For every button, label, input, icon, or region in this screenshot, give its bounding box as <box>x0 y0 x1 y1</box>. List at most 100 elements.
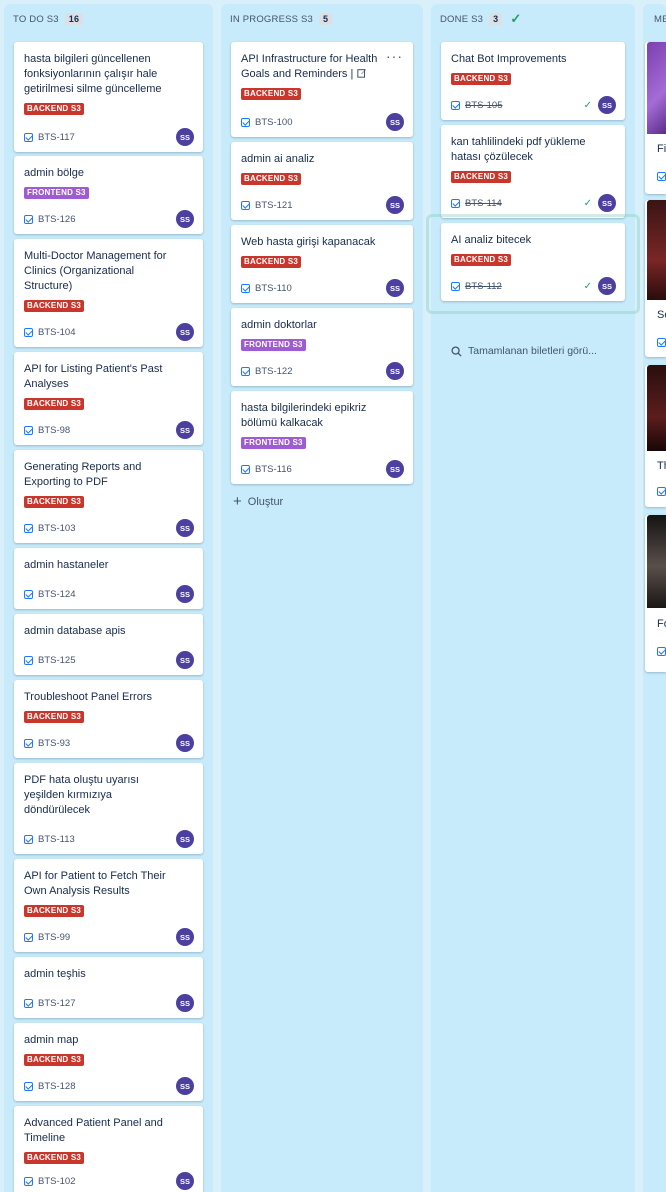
issue-title: PDF hata oluştu uyarısı yeşilden kırmızı… <box>24 774 139 816</box>
issue-meta: BTS-102 <box>24 1176 76 1187</box>
avatar[interactable]: SS <box>176 1077 194 1095</box>
issue-card[interactable]: admin ai analiz BACKEND S3 BTS-121 SS <box>231 142 413 220</box>
issue-card[interactable]: API for Patient to Fetch Their Own Analy… <box>14 859 203 952</box>
card-cover-image <box>647 42 666 134</box>
issue-card[interactable]: admin map BACKEND S3 BTS-128 SS <box>14 1023 203 1101</box>
task-checkbox-icon <box>241 284 250 293</box>
issue-key[interactable]: BTS-103 <box>38 523 76 534</box>
label-badge: BACKEND S3 <box>24 103 85 115</box>
edit-icon[interactable] <box>357 68 367 78</box>
issue-meta: BTS-117 <box>24 132 75 143</box>
avatar[interactable]: SS <box>176 210 194 228</box>
issue-title: hasta bilgilerindeki epikriz bölümü kalk… <box>241 402 367 429</box>
issue-card[interactable]: hasta bilgileri güncellenen fonksiyonlar… <box>14 42 203 152</box>
issue-meta: BTS-113 <box>24 834 75 845</box>
issue-card[interactable]: Th <box>645 365 666 507</box>
issue-card[interactable]: Generating Reports and Exporting to PDF … <box>14 450 203 543</box>
avatar[interactable]: SS <box>176 651 194 669</box>
issue-card[interactable]: Troubleshoot Panel Errors BACKEND S3 BTS… <box>14 680 203 758</box>
avatar[interactable]: SS <box>386 460 404 478</box>
issue-card[interactable]: hasta bilgilerindeki epikriz bölümü kalk… <box>231 391 413 484</box>
view-completed-issues-link[interactable]: Tamamlanan biletleri görü... <box>451 345 597 357</box>
issue-key[interactable]: BTS-114 <box>465 198 502 209</box>
label-badge: BACKEND S3 <box>24 300 85 312</box>
avatar[interactable]: SS <box>386 196 404 214</box>
avatar[interactable]: SS <box>386 362 404 380</box>
issue-title: Fo <box>657 618 666 630</box>
avatar[interactable]: SS <box>176 519 194 537</box>
issue-card[interactable]: Se <box>645 200 666 357</box>
issue-card[interactable]: Multi-Doctor Management for Clinics (Org… <box>14 239 203 347</box>
card-cover-image <box>647 365 666 451</box>
task-checkbox-icon <box>24 426 33 435</box>
issue-key[interactable]: BTS-113 <box>38 834 75 845</box>
avatar[interactable]: SS <box>176 928 194 946</box>
view-completed-label: Tamamlanan biletleri görü... <box>468 345 597 357</box>
issue-title: Generating Reports and Exporting to PDF <box>24 461 142 488</box>
issue-meta: BTS-93 <box>24 738 70 749</box>
issue-meta: BTS-100 <box>241 117 293 128</box>
issue-meta: BTS-128 <box>24 1081 76 1092</box>
issue-key[interactable]: BTS-110 <box>255 283 292 294</box>
issue-key[interactable]: BTS-105 <box>465 100 503 111</box>
avatar[interactable]: SS <box>176 1172 194 1190</box>
issue-card[interactable]: admin database apis BTS-125 SS <box>14 614 203 675</box>
issue-key[interactable]: BTS-121 <box>255 200 293 211</box>
issue-card[interactable]: kan tahlilindeki pdf yükleme hatası çözü… <box>441 125 625 218</box>
issue-card[interactable]: API for Listing Patient's Past Analyses … <box>14 352 203 445</box>
issue-key[interactable]: BTS-127 <box>38 998 76 1009</box>
issue-card[interactable]: admin bölge FRONTEND S3 BTS-126 SS <box>14 156 203 234</box>
issue-key[interactable]: BTS-126 <box>38 214 76 225</box>
done-card-list: Chat Bot Improvements BACKEND S3 BTS-105… <box>426 0 640 1192</box>
issue-card[interactable]: Chat Bot Improvements BACKEND S3 BTS-105… <box>441 42 625 120</box>
issue-card[interactable]: admin teşhis BTS-127 SS <box>14 957 203 1018</box>
issue-key[interactable]: BTS-102 <box>38 1176 76 1187</box>
issue-key[interactable]: BTS-100 <box>255 117 293 128</box>
issue-card[interactable]: admin hastaneler BTS-124 SS <box>14 548 203 609</box>
issue-key[interactable]: BTS-104 <box>38 327 76 338</box>
issue-card[interactable]: Fi <box>645 42 666 194</box>
issue-key[interactable]: BTS-93 <box>38 738 70 749</box>
issue-title: Multi-Doctor Management for Clinics (Org… <box>24 250 167 292</box>
issue-card[interactable]: Fo <box>645 515 666 672</box>
issue-key[interactable]: BTS-122 <box>255 366 293 377</box>
avatar[interactable]: SS <box>176 734 194 752</box>
issue-key[interactable]: BTS-117 <box>38 132 75 143</box>
task-checkbox-icon <box>24 1082 33 1091</box>
avatar[interactable]: SS <box>176 830 194 848</box>
issue-title: admin database apis <box>24 625 126 637</box>
issue-key[interactable]: BTS-112 <box>465 281 502 292</box>
issue-card[interactable]: Advanced Patient Panel and Timeline BACK… <box>14 1106 203 1192</box>
issue-card[interactable]: AI analiz bitecek BACKEND S3 BTS-112 ✓ S… <box>441 223 625 301</box>
task-checkbox-icon <box>241 465 250 474</box>
avatar[interactable]: SS <box>176 323 194 341</box>
more-actions-icon[interactable]: ··· <box>386 48 403 64</box>
issue-meta: BTS-110 <box>241 283 292 294</box>
avatar[interactable]: SS <box>386 113 404 131</box>
issue-title: Advanced Patient Panel and Timeline <box>24 1117 163 1144</box>
create-issue-button[interactable]: + Oluştur <box>233 493 283 510</box>
task-checkbox-icon <box>451 101 460 110</box>
issue-key[interactable]: BTS-124 <box>38 589 76 600</box>
issue-title: kan tahlilindeki pdf yükleme hatası çözü… <box>451 136 586 163</box>
issue-key[interactable]: BTS-128 <box>38 1081 76 1092</box>
avatar[interactable]: SS <box>386 279 404 297</box>
issue-card[interactable]: admin doktorlar FRONTEND S3 BTS-122 SS <box>231 308 413 386</box>
avatar[interactable]: SS <box>598 277 616 295</box>
task-checkbox-icon <box>451 282 460 291</box>
issue-card[interactable]: PDF hata oluştu uyarısı yeşilden kırmızı… <box>14 763 203 854</box>
label-badge: BACKEND S3 <box>24 711 85 723</box>
label-badge: FRONTEND S3 <box>241 437 306 449</box>
issue-key[interactable]: BTS-116 <box>255 464 292 475</box>
issue-key[interactable]: BTS-98 <box>38 425 70 436</box>
avatar[interactable]: SS <box>598 96 616 114</box>
issue-key[interactable]: BTS-99 <box>38 932 70 943</box>
issue-card[interactable]: API Infrastructure for Health Goals and … <box>231 42 413 137</box>
avatar[interactable]: SS <box>176 128 194 146</box>
avatar[interactable]: SS <box>176 585 194 603</box>
issue-key[interactable]: BTS-125 <box>38 655 76 666</box>
avatar[interactable]: SS <box>176 421 194 439</box>
issue-card[interactable]: Web hasta girişi kapanacak BACKEND S3 BT… <box>231 225 413 303</box>
avatar[interactable]: SS <box>176 994 194 1012</box>
avatar[interactable]: SS <box>598 194 616 212</box>
